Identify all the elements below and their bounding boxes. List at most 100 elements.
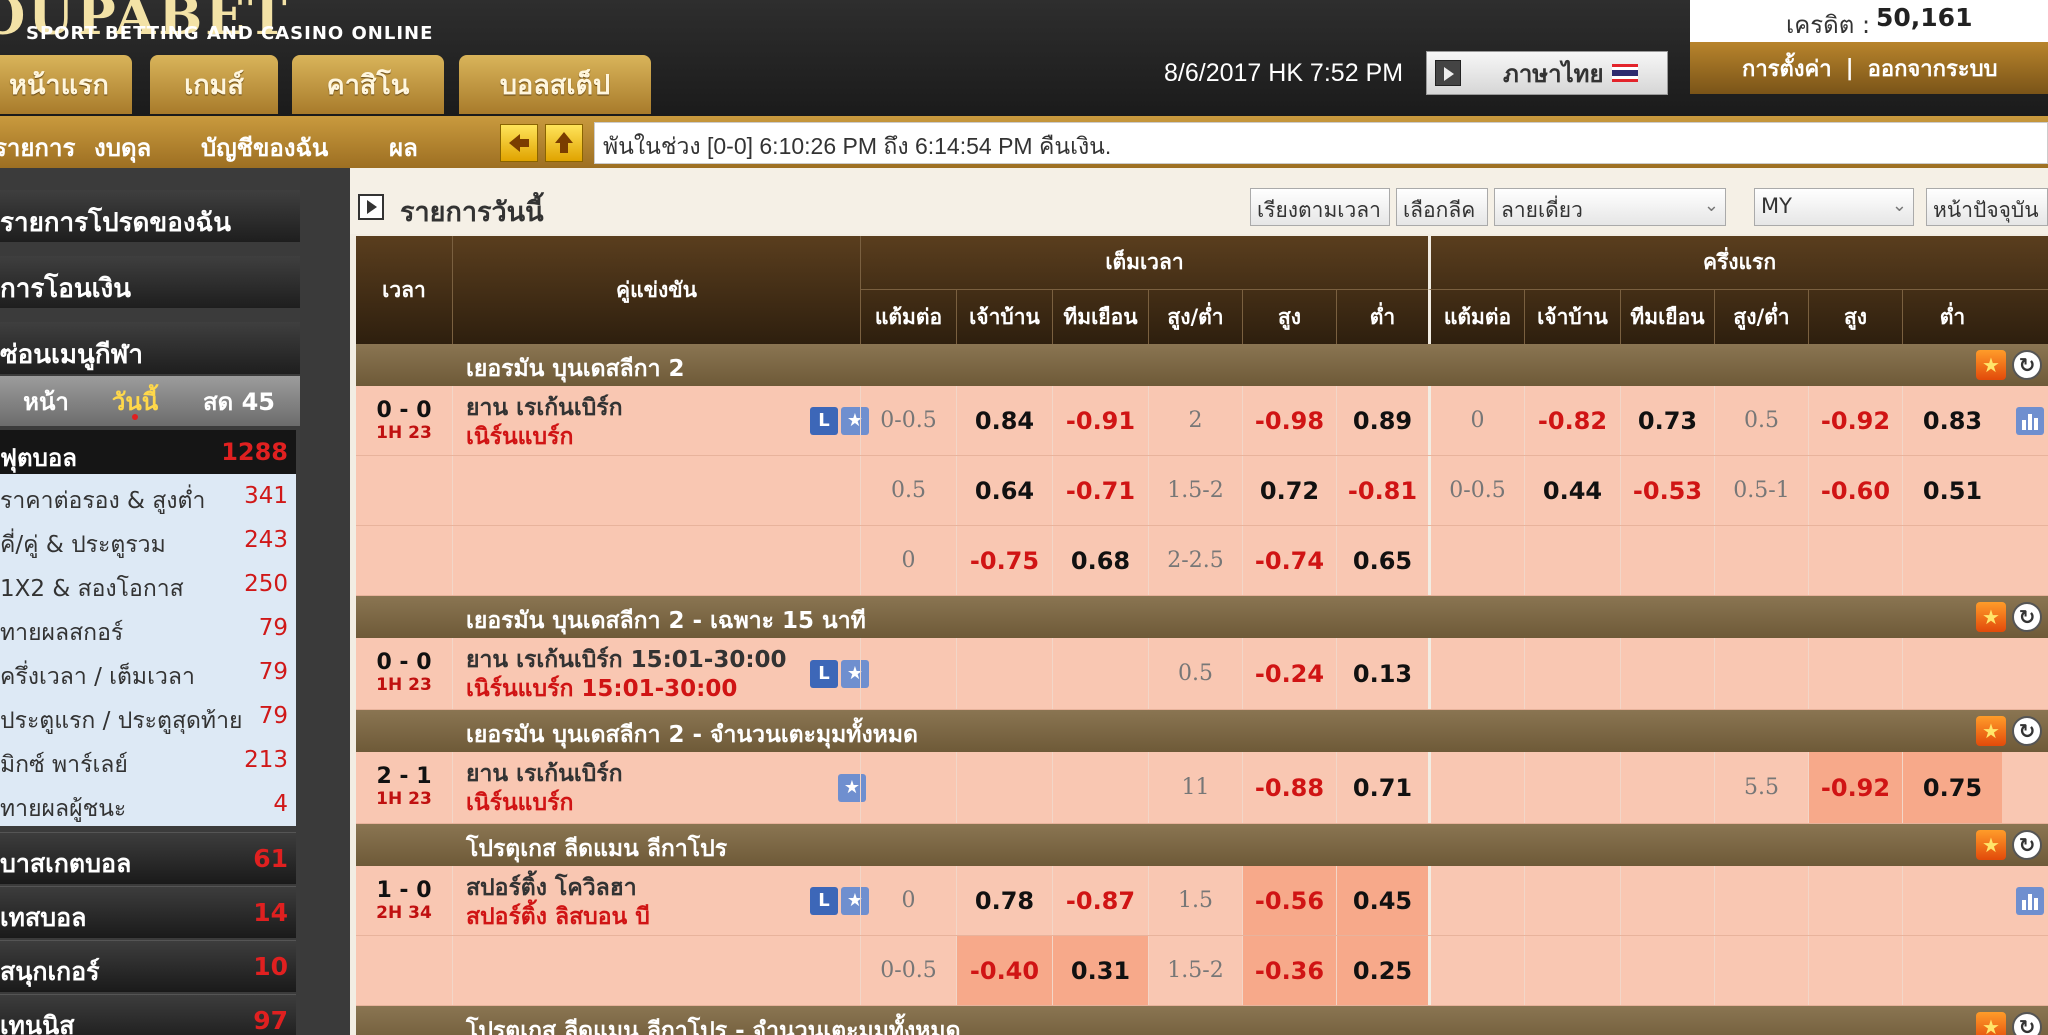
league-name: เยอรมัน บุนเดสลีกา 2 - จำนวนเตะมุมทั้งหม… (466, 722, 918, 748)
subnav-results[interactable]: ผล (389, 128, 418, 167)
favorite-star-icon[interactable]: ★ (1976, 716, 2006, 746)
settings-link[interactable]: การตั้งค่า (1742, 51, 1832, 86)
subitem-correct-score[interactable]: ทายผลสกอร์ 79 (0, 606, 296, 650)
odds-fh-away[interactable]: 0.73 (1620, 386, 1714, 455)
odds-fh-over[interactable]: -0.92 (1808, 386, 1902, 455)
league-header[interactable]: เยอรมัน บุนเดสลีกา 2 ★ ↻ (356, 344, 2048, 386)
odds-ft-over[interactable]: -0.74 (1242, 526, 1336, 595)
odds-ft-over[interactable]: -0.36 (1242, 936, 1336, 1005)
view-select[interactable]: ลายเดี่ยว ⌄ (1494, 188, 1726, 226)
odds-ft-away[interactable]: -0.91 (1052, 386, 1148, 455)
odds-ft-over[interactable]: -0.88 (1242, 752, 1336, 823)
odds-ft-over[interactable]: -0.56 (1242, 866, 1336, 935)
col-fh-under: ต่ำ (1902, 290, 2002, 344)
odds-ft-home[interactable]: -0.75 (956, 526, 1052, 595)
refresh-icon[interactable]: ↻ (2012, 350, 2042, 380)
odds-ft-under[interactable]: 0.25 (1336, 936, 1428, 1005)
odds-fh-under[interactable]: 0.75 (1902, 752, 2002, 823)
sort-by-time-button[interactable]: เรียงตามเวลา (1250, 188, 1390, 226)
refresh-icon[interactable]: ↻ (2012, 716, 2042, 746)
odds-type-select[interactable]: MY ⌄ (1754, 188, 1914, 226)
tab-games[interactable]: เกมส์ (150, 55, 278, 114)
odds-fh-home[interactable]: 0.44 (1524, 456, 1620, 525)
odds-ft-home[interactable]: 0.84 (956, 386, 1052, 455)
odds-ft-over[interactable]: -0.98 (1242, 386, 1336, 455)
odds-ft-over[interactable]: -0.24 (1242, 638, 1336, 709)
stats-chart-icon[interactable] (2016, 887, 2044, 915)
subitem-odd-even[interactable]: คี่/คู่ & ประตูรวม 243 (0, 518, 296, 562)
live-stream-icon[interactable]: L (810, 659, 838, 688)
tab-parlay[interactable]: บอลสเต็ป (459, 55, 651, 114)
sidebar-item-tennis[interactable]: เทนนิส 97 (0, 994, 296, 1035)
favorite-star-icon[interactable]: ★ (1976, 602, 2006, 632)
favorite-star-icon[interactable]: ★ (1976, 350, 2006, 380)
odds-ft-under[interactable]: 0.71 (1336, 752, 1428, 823)
refresh-page-button[interactable]: หน้าปัจจุบัน (1926, 188, 2048, 226)
tab-home[interactable]: หน้าแรก (0, 55, 132, 114)
tab-early[interactable]: หน้า (0, 376, 92, 426)
ticker-up-button[interactable] (545, 124, 583, 162)
subnav-my-account[interactable]: บัญชีของฉัน (201, 128, 328, 167)
odds-fh-away[interactable]: -0.53 (1620, 456, 1714, 525)
odds-ft-away[interactable]: 0.68 (1052, 526, 1148, 595)
refresh-icon[interactable]: ↻ (2012, 830, 2042, 860)
league-header[interactable]: เยอรมัน บุนเดสลีกา 2 - เฉพาะ 15 นาที ★ ↻ (356, 596, 2048, 638)
live-score: 0 - 0 (376, 398, 432, 423)
odds-ft-under[interactable]: 0.65 (1336, 526, 1428, 595)
odds-fh-under[interactable]: 0.83 (1902, 386, 2002, 455)
odds-ft-under[interactable]: 0.89 (1336, 386, 1428, 455)
odds-fh-under (1902, 638, 2002, 709)
subitem-outright[interactable]: ทายผลผู้ชนะ 4 (0, 782, 296, 826)
odds-ft-home[interactable]: -0.40 (956, 936, 1052, 1005)
sidebar-item-snooker[interactable]: สนุกเกอร์ 10 (0, 940, 296, 992)
live-stream-icon[interactable]: L (810, 886, 838, 915)
odds-fh-ou (1714, 638, 1808, 709)
subitem-ht-ft[interactable]: ครึ่งเวลา / เต็มเวลา 79 (0, 650, 296, 694)
odds-fh-handicap (1428, 752, 1524, 823)
odds-fh-over[interactable]: -0.60 (1808, 456, 1902, 525)
league-header[interactable]: เยอรมัน บุนเดสลีกา 2 - จำนวนเตะมุมทั้งหม… (356, 710, 2048, 752)
favorite-star-icon[interactable]: ★ (1976, 1012, 2006, 1035)
tab-today[interactable]: วันนี้ (92, 376, 178, 426)
league-header[interactable]: โปรตุเกส ลีดแมน ลีกาโปร ★ ↻ (356, 824, 2048, 866)
ticker-prev-button[interactable] (500, 124, 538, 162)
select-league-button[interactable]: เลือกลีค (1396, 188, 1488, 226)
stats-chart-icon[interactable] (2016, 407, 2044, 435)
away-team: สปอร์ติ้ง ลิสบอน บี (466, 904, 650, 930)
subitem-first-last-goal[interactable]: ประตูแรก / ประตูสุดท้าย 79 (0, 694, 296, 738)
sidebar-item-baseball[interactable]: เทสบอล 14 (0, 886, 296, 938)
tab-live[interactable]: สด 45 (178, 376, 300, 426)
refresh-icon[interactable]: ↻ (2012, 1012, 2042, 1035)
sidebar-my-favorites[interactable]: รายการโปรดของฉัน (0, 190, 300, 242)
logout-link[interactable]: ออกจากระบบ (1868, 51, 1998, 86)
odds-ft-under[interactable]: 0.13 (1336, 638, 1428, 709)
odds-fh-over[interactable]: -0.92 (1808, 752, 1902, 823)
favorite-star-icon[interactable]: ★ (1976, 830, 2006, 860)
language-selector[interactable]: ภาษาไทย (1426, 51, 1668, 95)
odds-fh-under[interactable]: 0.51 (1902, 456, 2002, 525)
league-name: เยอรมัน บุนเดสลีกา 2 (466, 356, 685, 382)
subitem-mix-parlay[interactable]: มิกซ์ พาร์เลย์ 213 (0, 738, 296, 782)
odds-ft-under[interactable]: -0.81 (1336, 456, 1428, 525)
tab-casino[interactable]: คาสิโน (292, 55, 444, 114)
sidebar-hide-sports-menu[interactable]: ซ่อนเมนูกีฬา (0, 322, 300, 374)
odds-ft-home[interactable]: 0.64 (956, 456, 1052, 525)
subitem-handicap-ou[interactable]: ราคาต่อรอง & สูงต่ำ 341 (0, 474, 296, 518)
odds-ft-away[interactable]: -0.87 (1052, 866, 1148, 935)
odds-ft-away[interactable]: 0.31 (1052, 936, 1148, 1005)
odds-ft-under[interactable]: 0.45 (1336, 866, 1428, 935)
sidebar-item-basketball[interactable]: บาสเกตบอล 61 (0, 832, 296, 884)
sidebar-transfer[interactable]: การโอนเงิน (0, 256, 300, 308)
live-stream-icon[interactable]: L (810, 406, 838, 435)
sidebar-item-soccer[interactable]: ฟุตบอล 1288 (0, 430, 296, 474)
odds-ft-over[interactable]: 0.72 (1242, 456, 1336, 525)
subnav-statement[interactable]: งบดุล (94, 128, 151, 167)
league-header[interactable]: โปรตุเกส ลีดแมน ลีกาโปร - จำนวนเตะมุมทั้… (356, 1006, 2048, 1035)
odds-ft-away[interactable]: -0.71 (1052, 456, 1148, 525)
refresh-icon[interactable]: ↻ (2012, 602, 2042, 632)
subitem-1x2[interactable]: 1X2 & สองโอกาส 250 (0, 562, 296, 606)
subnav-bets[interactable]: รายการ (0, 128, 75, 167)
odds-fh-home[interactable]: -0.82 (1524, 386, 1620, 455)
play-icon[interactable] (358, 194, 384, 220)
odds-ft-home[interactable]: 0.78 (956, 866, 1052, 935)
